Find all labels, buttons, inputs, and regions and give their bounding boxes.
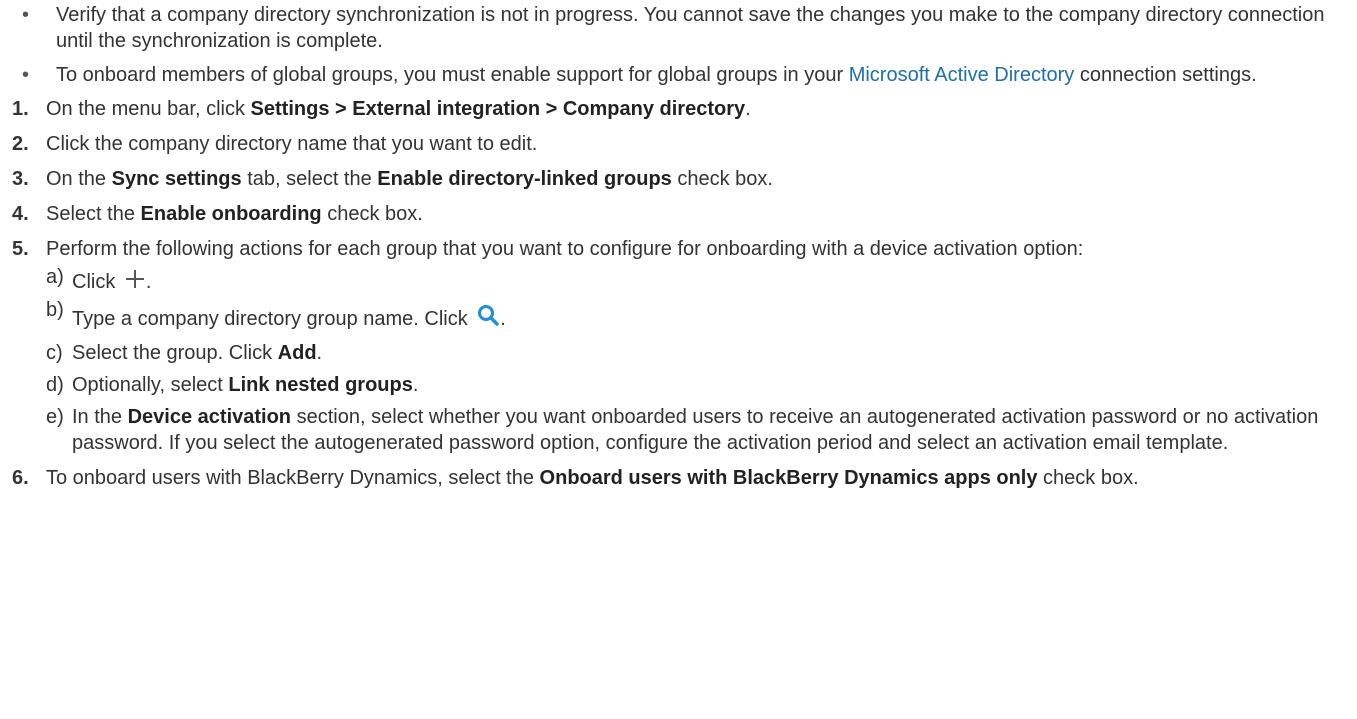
substep-d: d) Optionally, select Link nested groups… bbox=[46, 372, 1345, 398]
step-text: . bbox=[745, 98, 751, 120]
step-text: Perform the following actions for each g… bbox=[46, 238, 1084, 260]
substep-text: In the bbox=[72, 406, 128, 428]
step-text: check box. bbox=[321, 203, 423, 225]
document-body: • Verify that a company directory synchr… bbox=[0, 0, 1357, 491]
bullet-marker: • bbox=[22, 4, 30, 26]
step-text: check box. bbox=[1037, 467, 1139, 489]
substep-text: Select the group. Click bbox=[72, 342, 278, 364]
substep-text: Optionally, select bbox=[72, 374, 229, 396]
plus-icon bbox=[124, 268, 146, 297]
step-text: On the menu bar, click bbox=[46, 98, 251, 120]
substep-b: b) Type a company directory group name. … bbox=[46, 299, 1345, 334]
search-icon bbox=[476, 303, 500, 334]
substep-text: Click bbox=[72, 271, 121, 293]
substep-marker: e) bbox=[46, 406, 64, 428]
substep-text: . bbox=[500, 308, 506, 330]
substep-c: c) Select the group. Click Add. bbox=[46, 340, 1345, 366]
substep-marker: b) bbox=[46, 299, 64, 321]
prerequisite-list: • Verify that a company directory synchr… bbox=[12, 2, 1345, 88]
step-number: 1. bbox=[12, 98, 29, 120]
substep-text: . bbox=[412, 374, 419, 396]
bullet-text: connection settings. bbox=[1074, 64, 1257, 86]
procedure-steps: 1. On the menu bar, click Settings > Ext… bbox=[12, 96, 1345, 491]
substep-list: a) Click . b) Type a company directory g… bbox=[46, 266, 1345, 456]
substep-marker: c) bbox=[46, 342, 63, 364]
step-5: 5. Perform the following actions for eac… bbox=[12, 236, 1345, 456]
step-bold-text: Enable directory-linked groups bbox=[377, 168, 672, 190]
step-number: 2. bbox=[12, 133, 29, 155]
step-text: tab, select the bbox=[241, 168, 378, 190]
step-text: On the bbox=[46, 168, 112, 190]
substep-marker: d) bbox=[46, 374, 64, 396]
bullet-marker: • bbox=[22, 64, 30, 86]
list-item: • Verify that a company directory synchr… bbox=[12, 2, 1345, 54]
step-bold-text: Enable onboarding bbox=[140, 203, 322, 225]
substep-bold-text: Device activation bbox=[127, 406, 292, 428]
substep-bold-text: Link nested groups bbox=[228, 374, 413, 396]
step-number: 4. bbox=[12, 203, 29, 225]
substep-text: . bbox=[145, 271, 152, 293]
step-text: Click the company directory name that yo… bbox=[46, 133, 538, 155]
step-text: To onboard users with BlackBerry Dynamic… bbox=[46, 467, 540, 489]
step-2: 2. Click the company directory name that… bbox=[12, 131, 1345, 157]
step-bold-text: Sync settings bbox=[111, 168, 242, 190]
substep-bold-text: Add bbox=[277, 342, 317, 364]
substep-a: a) Click . bbox=[46, 266, 1345, 297]
substep-e: e) In the Device activation section, sel… bbox=[46, 404, 1345, 456]
step-number: 5. bbox=[12, 238, 29, 260]
step-number: 6. bbox=[12, 467, 29, 489]
list-item: • To onboard members of global groups, y… bbox=[12, 62, 1345, 88]
microsoft-active-directory-link[interactable]: Microsoft Active Directory bbox=[849, 64, 1075, 86]
step-text: Select the bbox=[46, 203, 141, 225]
step-text: check box. bbox=[671, 168, 773, 190]
substep-text: Type a company directory group name. Cli… bbox=[72, 308, 474, 330]
step-bold-text: Settings > External integration > Compan… bbox=[250, 98, 746, 120]
bullet-text: Verify that a company directory synchron… bbox=[56, 4, 1325, 52]
step-bold-text: Onboard users with BlackBerry Dynamics a… bbox=[539, 467, 1038, 489]
step-6: 6. To onboard users with BlackBerry Dyna… bbox=[12, 465, 1345, 491]
step-4: 4. Select the Enable onboarding check bo… bbox=[12, 201, 1345, 227]
step-1: 1. On the menu bar, click Settings > Ext… bbox=[12, 96, 1345, 122]
step-3: 3. On the Sync settings tab, select the … bbox=[12, 166, 1345, 192]
step-number: 3. bbox=[12, 168, 29, 190]
substep-marker: a) bbox=[46, 266, 64, 288]
bullet-text: To onboard members of global groups, you… bbox=[56, 64, 849, 86]
substep-text: . bbox=[316, 342, 323, 364]
